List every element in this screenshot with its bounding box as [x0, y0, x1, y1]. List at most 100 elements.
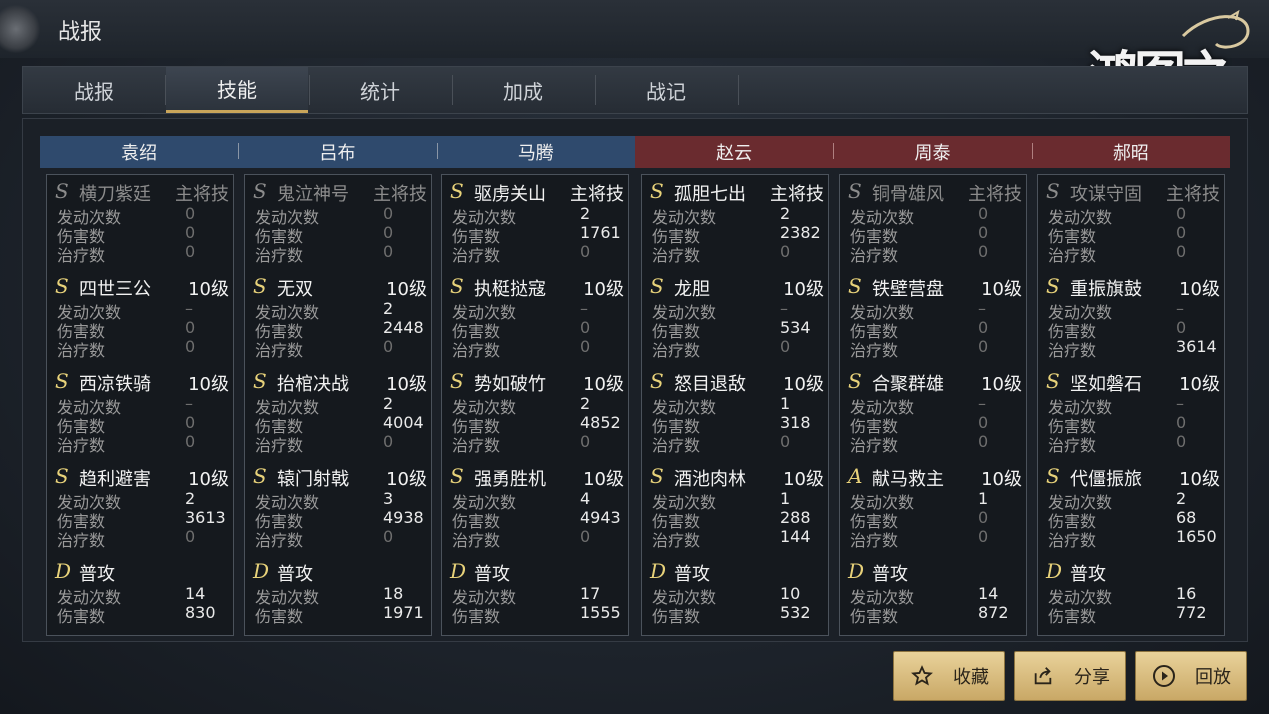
skill-header: S 孤胆七出 主将技 [650, 179, 824, 205]
stat-row: 伤害数 4852 [452, 413, 624, 436]
stat-row: 发动次数 0 [57, 204, 229, 227]
tab-war-record[interactable]: 战记 [595, 67, 737, 113]
stat-row: 治疗数 0 [850, 242, 1022, 265]
skill-grade: S [450, 464, 464, 488]
stat-value: 3 [383, 489, 394, 508]
skill-header: D 普攻 [848, 559, 1022, 585]
stat-value: 0 [978, 432, 989, 451]
stat-row: 发动次数 – [1048, 299, 1220, 322]
skill-level: 10级 [981, 374, 1022, 395]
stat-value: 10 [780, 584, 801, 603]
stat-value: 0 [780, 242, 791, 261]
skill-header: S 坚如磐石 10级 [1046, 369, 1220, 395]
stat-row: 治疗数 0 [1048, 432, 1220, 455]
stat-row: 治疗数 0 [652, 432, 824, 455]
hero-skill-column: S 驱虏关山 主将技 发动次数 2 伤害数 1761 治疗数 0 S 执梃挞寇 10级 发动次数 – 伤害数… [441, 174, 629, 636]
skill-header: S 鬼泣神号 主将技 [253, 179, 427, 205]
skill-header: S 强勇胜机 10级 [450, 464, 624, 490]
stat-row: 伤害数 68 [1048, 508, 1220, 531]
stat-value: 318 [780, 413, 811, 432]
skill-entry: A 献马救主 10级 发动次数 1 伤害数 0 治疗数 0 [840, 460, 1026, 555]
tab-bonus[interactable]: 加成 [452, 67, 594, 113]
stat-row: 发动次数 – [850, 394, 1022, 417]
skill-entry: S 代僵振旅 10级 发动次数 2 伤害数 68 治疗数 1650 [1038, 460, 1224, 555]
stat-value: 0 [185, 413, 196, 432]
stat-value: 2382 [780, 223, 821, 242]
skill-name: 势如破竹 [474, 374, 546, 395]
stat-row: 伤害数 1971 [255, 603, 427, 626]
stat-row: 伤害数 0 [255, 223, 427, 246]
hero-skill-column: S 铜骨雄风 主将技 发动次数 0 伤害数 0 治疗数 0 S 铁壁营盘 10级 发动次数 – 伤害数 0 治疗… [839, 174, 1027, 636]
hero-name-header: 赵云 [716, 143, 753, 164]
skill-grade: S [650, 369, 664, 393]
skill-entry: S 势如破竹 10级 发动次数 2 伤害数 4852 治疗数 0 [442, 365, 628, 460]
skill-grade: S [253, 274, 267, 298]
skill-grade: S [848, 369, 862, 393]
stat-value: 0 [383, 432, 394, 451]
stat-value: 2448 [383, 318, 424, 337]
stat-value: 4852 [580, 413, 621, 432]
skill-grade: S [253, 369, 267, 393]
skill-header: S 合聚群雄 10级 [848, 369, 1022, 395]
skill-grade: S [55, 369, 69, 393]
stat-label: 治疗数 [57, 436, 106, 455]
stat-value: 144 [780, 527, 811, 546]
skill-header: S 攻谋守固 主将技 [1046, 179, 1220, 205]
skill-entry: S 趋利避害 10级 发动次数 2 伤害数 3613 治疗数 0 [47, 460, 233, 555]
tab-divider [738, 75, 739, 105]
skill-level: 10级 [386, 279, 427, 300]
stat-value: 2 [383, 299, 394, 318]
stat-row: 治疗数 0 [57, 527, 229, 550]
skill-name: 普攻 [872, 564, 908, 585]
stat-value: 0 [1176, 432, 1187, 451]
tab-statistics[interactable]: 统计 [309, 67, 451, 113]
hero-name-header: 吕布 [238, 139, 436, 165]
skill-grade: S [55, 464, 69, 488]
stat-row: 治疗数 0 [850, 432, 1022, 455]
play-circle-icon [1151, 663, 1177, 689]
tab-battle-report[interactable]: 战报 [23, 67, 165, 113]
stat-value: 4943 [580, 508, 621, 527]
skill-header: D 普攻 [55, 559, 229, 585]
stat-row: 发动次数 – [1048, 394, 1220, 417]
stat-label: 治疗数 [452, 531, 501, 550]
stat-value: 0 [383, 204, 394, 223]
skill-header: D 普攻 [450, 559, 624, 585]
stat-value: – [1176, 394, 1184, 413]
stat-row: 伤害数 3613 [57, 508, 229, 531]
skill-name: 合聚群雄 [872, 374, 944, 395]
stat-row: 发动次数 2 [652, 204, 824, 227]
replay-button[interactable]: 回放 [1135, 651, 1247, 701]
stat-value: 0 [978, 242, 989, 261]
stat-row: 发动次数 2 [452, 394, 624, 417]
skill-name: 趋利避害 [79, 469, 151, 490]
ally-header: 袁绍 吕布 马腾 [40, 136, 635, 168]
stat-value: 772 [1176, 603, 1207, 622]
favorite-button[interactable]: 收藏 [893, 651, 1005, 701]
stat-label: 伤害数 [850, 607, 899, 626]
stat-row: 发动次数 – [850, 299, 1022, 322]
back-emblem-icon[interactable] [0, 4, 40, 54]
stat-value: 0 [580, 242, 591, 261]
tab-skills[interactable]: 技能 [166, 67, 308, 113]
stat-row: 伤害数 532 [652, 603, 824, 626]
stat-row: 发动次数 16 [1048, 584, 1220, 607]
share-button[interactable]: 分享 [1014, 651, 1126, 701]
skill-entry: S 酒池肉林 10级 发动次数 1 伤害数 288 治疗数 144 [642, 460, 828, 555]
skill-level: 主将技 [968, 184, 1022, 205]
stat-row: 伤害数 772 [1048, 603, 1220, 626]
stat-value: 1 [978, 489, 989, 508]
stat-value: 1971 [383, 603, 424, 622]
skill-header: D 普攻 [650, 559, 824, 585]
skill-name: 攻谋守固 [1070, 184, 1142, 205]
skill-header: S 酒池肉林 10级 [650, 464, 824, 490]
stat-row: 治疗数 0 [255, 242, 427, 265]
skill-grade: S [450, 179, 464, 203]
stat-row: 伤害数 288 [652, 508, 824, 531]
stat-value: – [978, 394, 986, 413]
stat-row: 治疗数 0 [452, 242, 624, 265]
stat-value: 2 [780, 204, 791, 223]
stat-value: 17 [580, 584, 601, 603]
skill-level: 主将技 [373, 184, 427, 205]
skill-entry: D 普攻 发动次数 18 伤害数 1971 [245, 555, 431, 650]
